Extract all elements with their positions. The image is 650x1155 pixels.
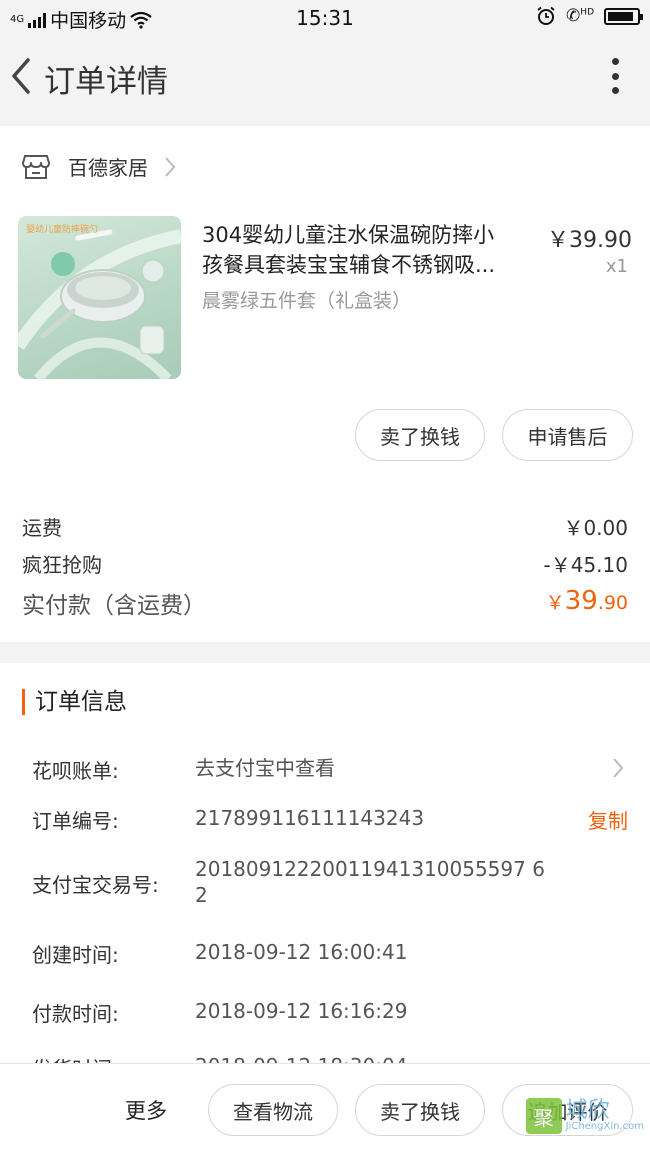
dot-icon [611, 72, 619, 80]
battery-icon [604, 7, 643, 25]
alarm-icon [537, 6, 555, 25]
copy-button[interactable]: 复制 [588, 805, 628, 834]
hd-badge: HD [580, 7, 594, 18]
status-bar: 4G 中国移动 15:31 ✆HD [0, 0, 650, 36]
battery-fill [608, 11, 634, 21]
watermark-logo: 聚 [525, 1098, 562, 1134]
paid-time-value: 2018-09-12 16:16:29 [195, 999, 408, 1023]
shop-name: 百德家居 [68, 156, 148, 180]
alipay-trade-value-line-1: 20180912220011941310055597 6 [195, 857, 545, 881]
order-number-label: 订单编号: [32, 809, 119, 833]
watermark-text: 城欣 JiChengXin.com [566, 1100, 644, 1132]
created-time-value: 2018-09-12 16:00:41 [195, 940, 408, 964]
huabei-value[interactable]: 去支付宝中查看 [195, 755, 335, 781]
page-header: 订单详情 [0, 36, 650, 126]
more-options-button[interactable] [610, 58, 620, 94]
paid-integer: 39 [564, 586, 598, 616]
shipping-fee-value: ￥0.00 [563, 516, 628, 540]
product-variant: 晨雾绿五件套（礼盒装） [202, 290, 412, 312]
alipay-trade-value: 20180912220011941310055597 62 [195, 856, 545, 908]
product-quantity: x1 [605, 256, 628, 277]
product-image-caption: 婴幼儿童防摔碗勺 [26, 223, 98, 235]
product-title[interactable]: 304婴幼儿童注水保温碗防摔小 孩餐具套装宝宝辅食不锈钢吸... [202, 220, 532, 280]
total-paid-label: 实付款（含运费） [22, 593, 206, 619]
watermark-text-en: JiChengXin.com [565, 1121, 644, 1132]
dot-icon [611, 87, 619, 94]
discount-row: 疯狂抢购 -￥45.10 [22, 549, 628, 578]
store-icon [22, 154, 50, 179]
total-paid-row: 实付款（含运费） ￥39.90 [22, 586, 628, 620]
alipay-trade-value-line-2: 2 [195, 883, 208, 907]
chevron-right-icon[interactable] [612, 757, 624, 779]
dot-icon [611, 58, 619, 65]
after-sale-button[interactable]: 申请售后 [502, 409, 633, 461]
bottom-resell-button[interactable]: 卖了换钱 [355, 1084, 485, 1136]
shipping-fee-label: 运费 [22, 516, 62, 540]
product-photo: 婴幼儿童防摔碗勺 [18, 223, 181, 379]
product-image[interactable]: 婴幼儿童防摔碗勺 [18, 216, 181, 379]
discount-label: 疯狂抢购 [22, 553, 102, 577]
back-button[interactable] [8, 56, 34, 96]
paid-decimal: .90 [597, 592, 628, 614]
product-title-line-1: 304婴幼儿童注水保温碗防摔小 [202, 223, 495, 247]
more-actions-button[interactable]: 更多 [125, 1095, 167, 1125]
page-title: 订单详情 [44, 64, 168, 100]
chevron-left-icon [12, 58, 30, 94]
resell-button[interactable]: 卖了换钱 [355, 409, 485, 461]
watermark-text-cn: 城欣 [565, 1098, 610, 1123]
paid-time-label: 付款时间: [32, 1002, 119, 1026]
currency-symbol: ￥ [545, 592, 565, 614]
created-time-label: 创建时间: [32, 943, 119, 967]
shipped-time-value: 2018-09-12 18:30:04 [195, 1053, 407, 1063]
alipay-trade-label: 支付宝交易号: [32, 873, 159, 897]
view-logistics-button[interactable]: 查看物流 [208, 1084, 338, 1136]
status-right: ✆HD [536, 6, 643, 26]
product-price: ￥39.90 [547, 228, 632, 253]
hd-call-icon: ✆HD [566, 6, 594, 26]
order-info-title: 订单信息 [22, 689, 127, 715]
product-title-line-2: 孩餐具套装宝宝辅食不锈钢吸... [202, 253, 496, 277]
order-item-card: 百德家居 婴幼儿童防摔碗勺 304婴幼儿童注水保温碗防摔小 孩餐具套装宝宝辅食不… [0, 126, 650, 642]
shop-link[interactable]: 百德家居 [22, 152, 176, 181]
discount-value: -￥45.10 [543, 553, 628, 577]
shipping-fee-row: 运费 ￥0.00 [22, 512, 628, 541]
order-number-value: 217899116111143243 [195, 806, 425, 830]
site-watermark: 聚 城欣 JiChengXin.com [525, 1098, 644, 1134]
total-paid-amount: ￥39.90 [546, 586, 628, 620]
order-info-card: 订单信息 花呗账单: 去支付宝中查看 订单编号: 217899116111143… [0, 663, 650, 1063]
chevron-right-icon [165, 156, 176, 177]
huabei-label: 花呗账单: [32, 759, 119, 783]
shipped-time-label: 发货时间: [32, 1053, 119, 1063]
